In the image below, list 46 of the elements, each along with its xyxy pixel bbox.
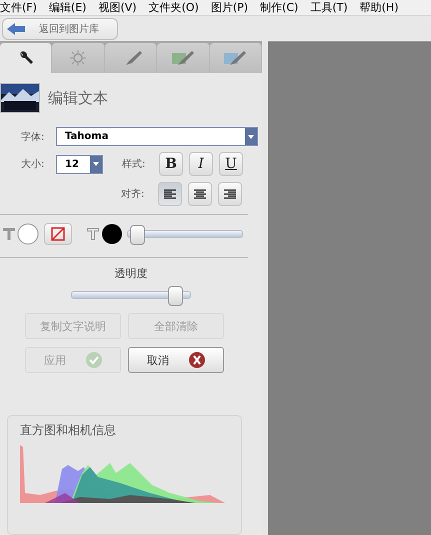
bold-button[interactable]: B <box>159 152 183 176</box>
wrench-icon <box>18 50 34 66</box>
font-select[interactable]: Tahoma <box>56 127 258 146</box>
align-label: 对齐: <box>121 188 146 201</box>
menu-item[interactable]: 文件(F) <box>0 0 43 15</box>
sun-icon <box>70 50 86 66</box>
menu-item[interactable]: 文件夹(O) <box>142 0 205 15</box>
no-fill-button[interactable] <box>44 223 72 245</box>
align-button[interactable] <box>188 182 212 206</box>
align-left-icon <box>163 188 177 200</box>
size-select[interactable]: 12 <box>56 154 103 174</box>
menu-item[interactable]: 编辑(E) <box>42 0 92 15</box>
slider-thumb[interactable] <box>130 225 145 245</box>
check-icon <box>86 352 102 368</box>
menu-item[interactable]: 制作(C) <box>254 0 304 15</box>
menu-item[interactable]: 视图(V) <box>92 0 143 15</box>
tool-tab[interactable] <box>0 43 52 73</box>
style-label: 样式: <box>122 158 146 171</box>
align-center-icon <box>193 188 207 200</box>
card-title: 直方图和相机信息 <box>20 422 117 439</box>
slider-thumb[interactable] <box>168 286 183 306</box>
transparency-label: 透明度 <box>114 266 148 281</box>
align-button[interactable] <box>218 182 242 206</box>
caret-icon <box>248 134 254 138</box>
menu-item[interactable]: 帮助(H) <box>354 0 404 15</box>
back-button[interactable]: 返回到图片库 <box>2 18 118 40</box>
menu-item[interactable]: 工具(T) <box>304 0 354 15</box>
fill-swatch[interactable] <box>17 223 39 245</box>
size-label: 大小: <box>21 158 46 171</box>
align-right-icon <box>223 188 237 200</box>
brush-icon <box>222 49 248 67</box>
menu-item[interactable]: 图片(P) <box>204 0 254 15</box>
action-button[interactable]: 取消 <box>128 347 224 373</box>
italic-button[interactable]: I <box>189 152 213 176</box>
font-label: 字体: <box>21 130 46 144</box>
panel-title: 编辑文本 <box>48 88 108 108</box>
text-color-swatch[interactable] <box>101 223 123 245</box>
text-icon <box>3 228 15 240</box>
caret-icon <box>93 162 99 166</box>
underline-button[interactable]: U <box>219 152 243 176</box>
close-icon <box>189 352 205 368</box>
text-outline-icon <box>87 228 99 240</box>
no-fill-icon <box>51 227 65 241</box>
align-button[interactable] <box>158 182 182 206</box>
brush-icon <box>170 49 196 67</box>
back-arrow-icon <box>7 22 25 34</box>
